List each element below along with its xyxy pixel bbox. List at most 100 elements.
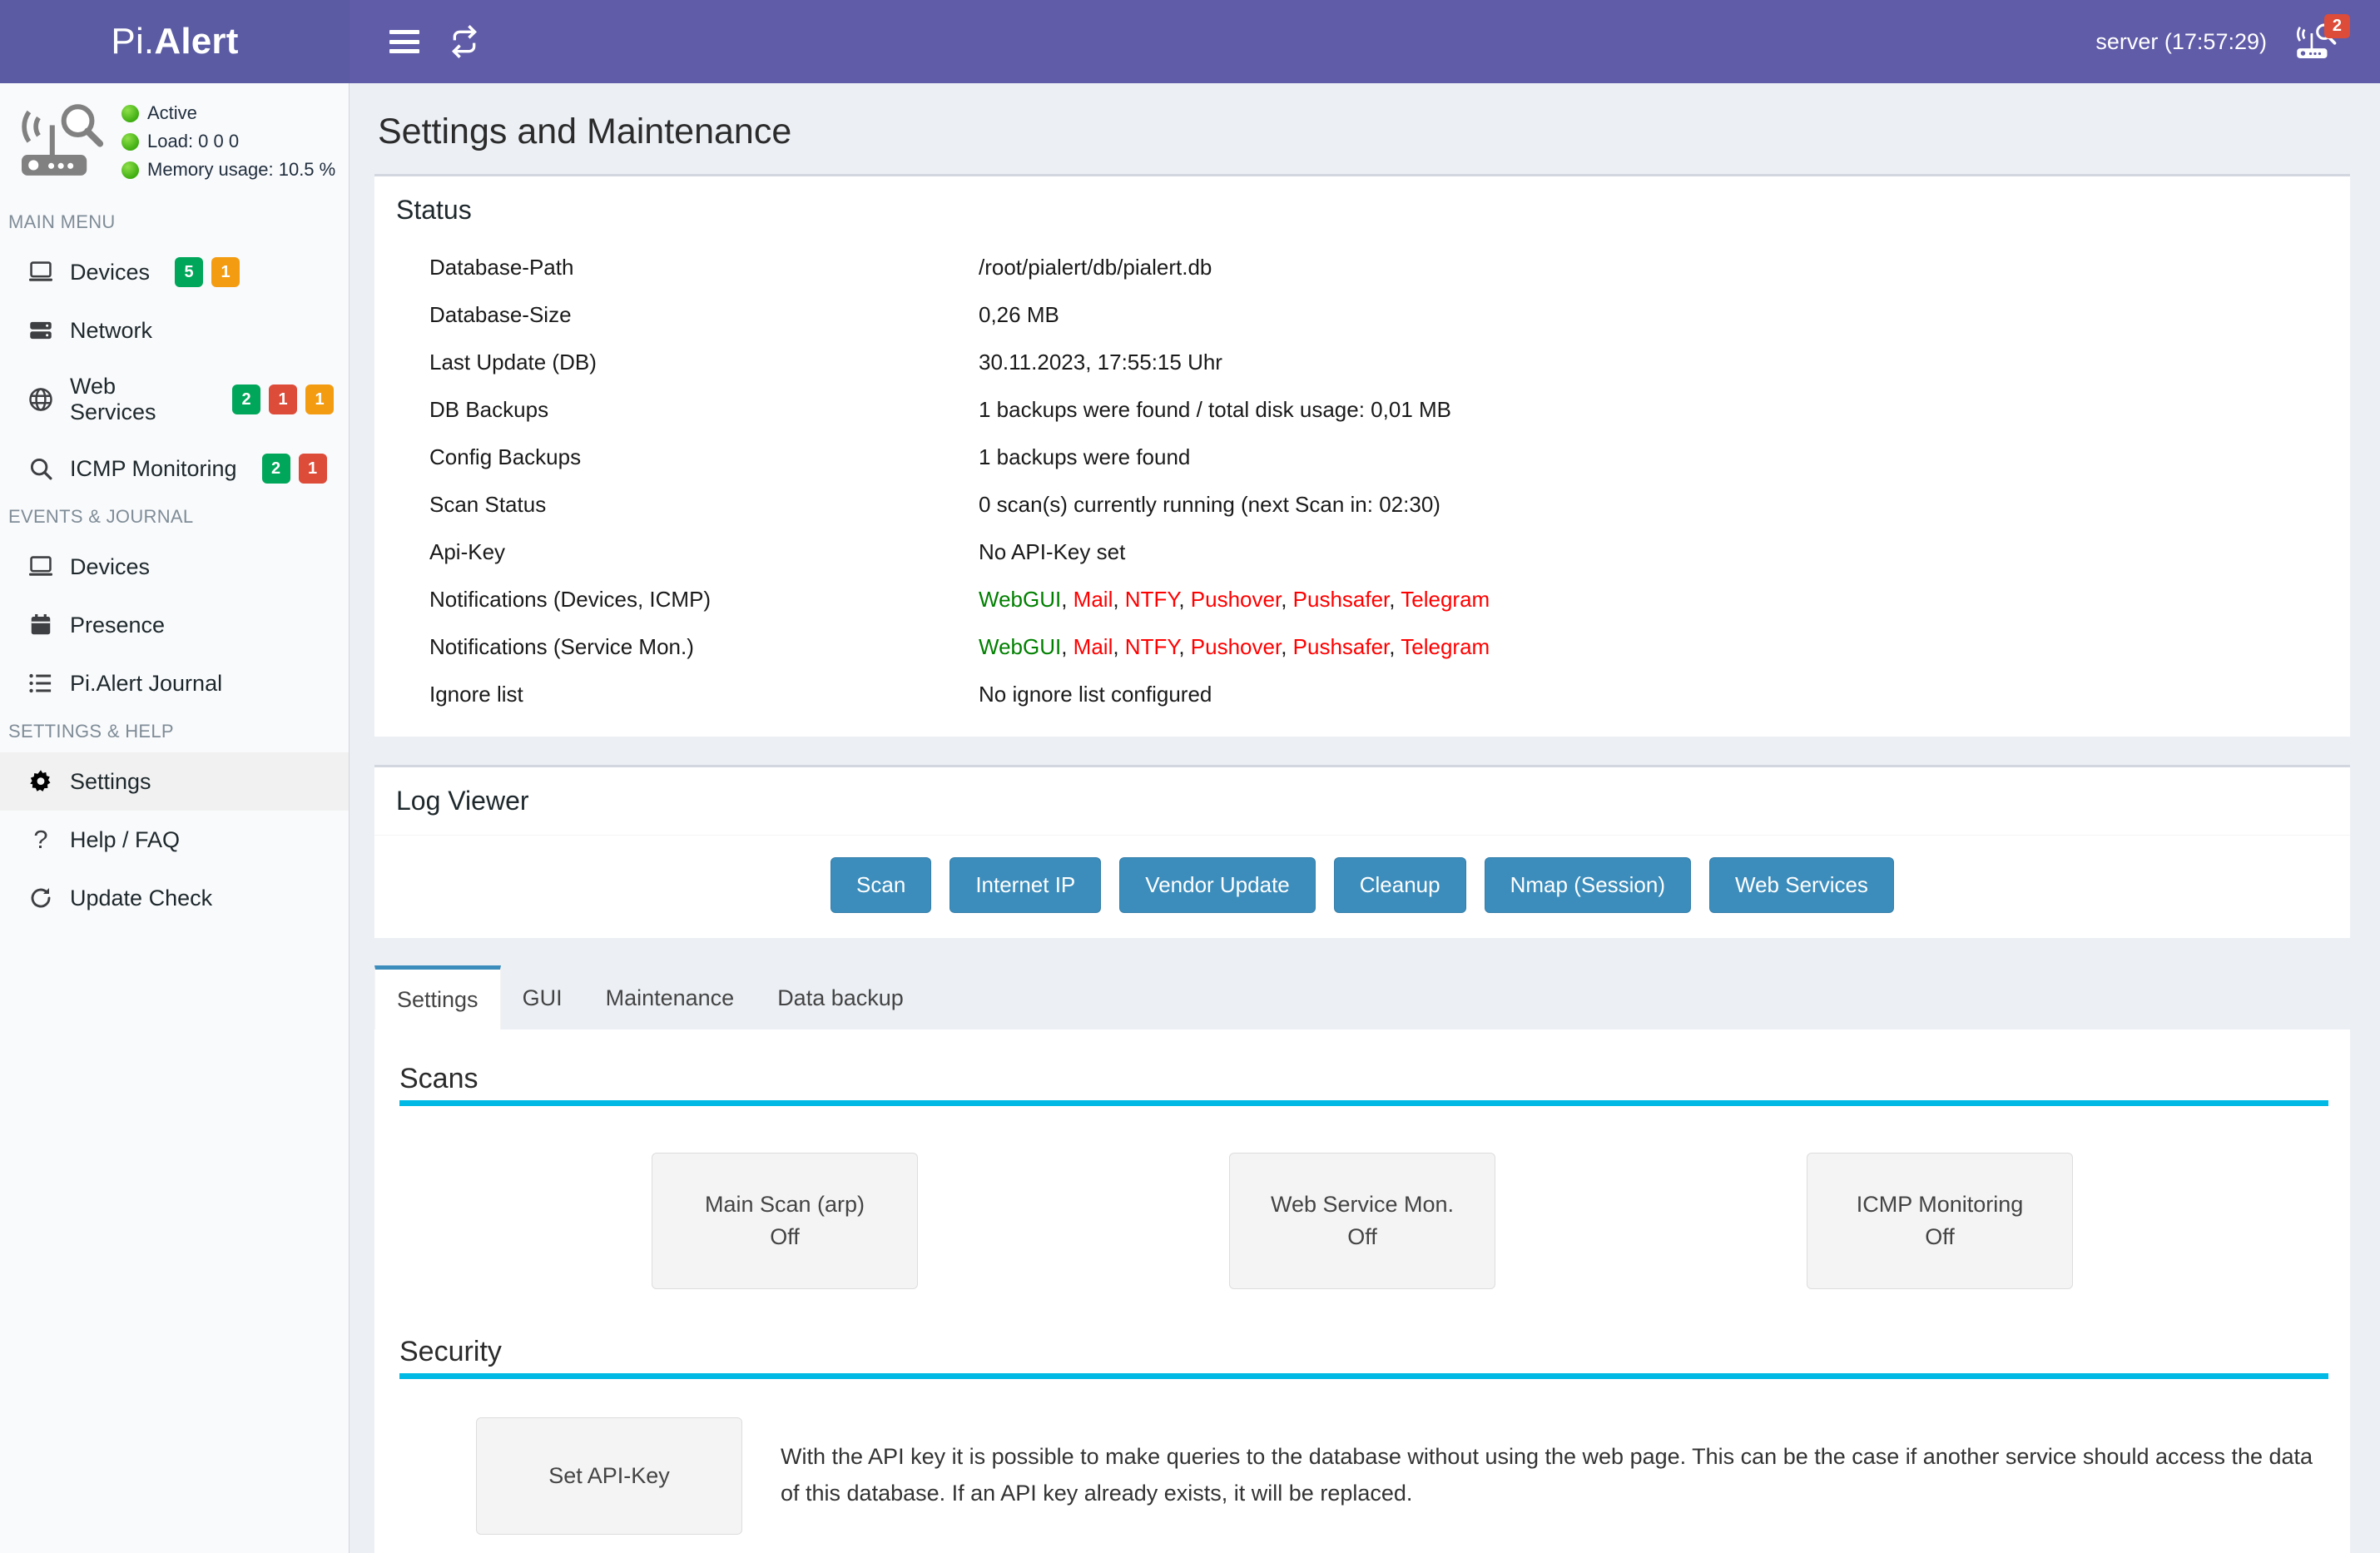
- list-icon: [27, 672, 55, 695]
- sidebar-item-label: ICMP Monitoring: [70, 455, 237, 481]
- status-value: 0,26 MB: [979, 302, 1059, 327]
- status-key: Database-Size: [429, 302, 572, 327]
- scan-card-state: Off: [1925, 1224, 1955, 1250]
- security-section-title: Security: [399, 1336, 502, 1368]
- status-value: 1 backups were found / total disk usage:…: [979, 397, 1452, 422]
- status-value: 30.11.2023, 17:55:15 Uhr: [979, 350, 1222, 375]
- status-load-line: Load: 0 0 0: [121, 131, 335, 152]
- server-clock-label: server (17:57:29): [2095, 28, 2267, 54]
- tab-data-backup[interactable]: Data backup: [756, 966, 925, 1030]
- status-box-body: Database-Path/root/pialert/db/pialert.db…: [374, 244, 2350, 737]
- table-row: Notifications (Service Mon.) WebGUI, Mai…: [396, 623, 2328, 671]
- notification-channel: Mail: [1073, 587, 1113, 612]
- sidebar-item-update-check[interactable]: Update Check: [0, 869, 349, 927]
- badge-green: 2: [261, 454, 290, 484]
- alerts-button[interactable]: 2: [2288, 14, 2350, 66]
- table-row: Last Update (DB) 30.11.2023, 17:55:15 Uhr: [396, 339, 2328, 386]
- sidebar-item-web-services[interactable]: Web Services 2 1 1: [0, 360, 349, 439]
- scan-card-name: Main Scan (arp): [704, 1192, 865, 1217]
- status-table: Database-Path/root/pialert/db/pialert.db…: [396, 244, 2328, 718]
- status-value: No ignore list configured: [979, 682, 1212, 707]
- sidebar-item-label: Help / FAQ: [70, 826, 181, 852]
- table-row: Config Backups 1 backups were found: [396, 434, 2328, 481]
- app-logo[interactable]: Pi. Alert: [0, 0, 350, 83]
- security-row: Set API-Key With the API key it is possi…: [396, 1379, 2328, 1536]
- sidebar-item-label: Network: [70, 317, 153, 343]
- status-value: /root/pialert/db/pialert.db: [979, 255, 1212, 280]
- sidebar-item-help-faq[interactable]: ? Help / FAQ: [0, 811, 349, 869]
- security-section-rule: [399, 1373, 2328, 1380]
- sidebar-item-icmp-monitoring[interactable]: ICMP Monitoring 2 1: [0, 439, 349, 498]
- scan-card-name: ICMP Monitoring: [1856, 1192, 2024, 1217]
- app-root: Pi. Alert server (17:57:29) 2 Active Loa…: [0, 0, 2380, 1553]
- status-active-label: Active: [147, 102, 197, 123]
- sidebar-item-label: Devices: [70, 553, 151, 579]
- top-navbar-right: server (17:57:29) 2: [2095, 14, 2357, 66]
- badge-orange: 1: [211, 257, 240, 287]
- status-key: Notifications (Service Mon.): [429, 634, 694, 659]
- sidebar-item-label: Presence: [70, 612, 166, 638]
- calendar-icon: [27, 613, 55, 638]
- sidebar-item-network[interactable]: Network: [0, 301, 349, 360]
- sidebar-item-label: Update Check: [70, 885, 213, 910]
- table-row: Ignore list No ignore list configured: [396, 671, 2328, 718]
- scans-section-rule: [399, 1100, 2328, 1106]
- notification-channel: NTFY: [1124, 634, 1179, 659]
- scan-card-main-scan[interactable]: Main Scan (arp) Off: [652, 1153, 918, 1290]
- sidebar-badges: 2 1 1: [232, 385, 334, 414]
- sidebar-toggle-button[interactable]: [374, 0, 434, 83]
- notification-channel: WebGUI: [979, 634, 1062, 659]
- status-dot-icon: [121, 104, 139, 122]
- sidebar: Active Load: 0 0 0 Memory usage: 10.5 % …: [0, 83, 350, 1553]
- tab-panel-settings: Scans Main Scan (arp) Off Web Service Mo…: [374, 1030, 2350, 1553]
- log-viewer-buttons: Scan Internet IP Vendor Update Cleanup N…: [374, 835, 2350, 938]
- badge-orange: 1: [305, 385, 334, 414]
- notification-channel: Pushover: [1190, 587, 1282, 612]
- status-memory-label: Memory usage: 10.5 %: [147, 159, 336, 180]
- log-button-nmap-session[interactable]: Nmap (Session): [1484, 857, 1692, 913]
- log-button-vendor-update[interactable]: Vendor Update: [1119, 857, 1316, 913]
- tab-settings[interactable]: Settings: [374, 965, 501, 1030]
- status-memory-line: Memory usage: 10.5 %: [121, 159, 335, 181]
- sidebar-badges: 5 1: [175, 257, 240, 287]
- log-button-internet-ip[interactable]: Internet IP: [950, 857, 1102, 913]
- log-button-cleanup[interactable]: Cleanup: [1333, 857, 1466, 913]
- notification-channel: Telegram: [1401, 587, 1490, 612]
- sidebar-item-presence[interactable]: Presence: [0, 596, 349, 654]
- log-button-scan[interactable]: Scan: [831, 857, 932, 913]
- notifications-devices-icmp: WebGUI, Mail, NTFY, Pushover, Pushsafer,…: [979, 587, 1490, 612]
- set-api-key-button[interactable]: Set API-Key: [476, 1417, 742, 1536]
- status-value: 1 backups were found: [979, 444, 1191, 469]
- status-key: Notifications (Devices, ICMP): [429, 587, 712, 612]
- top-navbar: server (17:57:29) 2: [350, 0, 2380, 83]
- table-row: Scan Status 0 scan(s) currently running (…: [396, 481, 2328, 528]
- hamburger-icon: [389, 30, 419, 53]
- security-description: With the API key it is possible to make …: [781, 1444, 2313, 1506]
- search-icon: [27, 456, 55, 481]
- tabs-nav: Settings GUI Maintenance Data backup: [374, 965, 2350, 1030]
- log-button-web-services[interactable]: Web Services: [1709, 857, 1894, 913]
- sidebar-item-label: Devices: [70, 259, 151, 285]
- sidebar-item-settings[interactable]: Settings: [0, 752, 349, 811]
- scan-card-name: Web Service Mon.: [1270, 1192, 1455, 1217]
- sidebar-item-label: Settings: [70, 768, 151, 794]
- scan-card-icmp-monitoring[interactable]: ICMP Monitoring Off: [1807, 1153, 2073, 1290]
- tab-gui[interactable]: GUI: [501, 966, 584, 1030]
- scan-card-state: Off: [770, 1224, 800, 1250]
- sidebar-item-journal[interactable]: Pi.Alert Journal: [0, 654, 349, 712]
- refresh-button[interactable]: [434, 0, 494, 83]
- table-row: Api-Key No API-Key set: [396, 528, 2328, 576]
- table-row: Database-Path/root/pialert/db/pialert.db: [396, 244, 2328, 291]
- scan-card-web-service-mon[interactable]: Web Service Mon. Off: [1229, 1153, 1495, 1290]
- sidebar-item-events-devices[interactable]: Devices: [0, 538, 349, 596]
- log-viewer-title: Log Viewer: [396, 786, 529, 816]
- notification-channel: WebGUI: [979, 587, 1062, 612]
- router-scan-icon: [22, 104, 104, 176]
- sidebar-item-devices[interactable]: Devices 5 1: [0, 243, 349, 301]
- status-value: 0 scan(s) currently running (next Scan i…: [979, 492, 1440, 517]
- notification-channel: NTFY: [1124, 587, 1179, 612]
- badge-green: 5: [175, 257, 204, 287]
- notification-channel: Pushsafer: [1292, 634, 1390, 659]
- tab-maintenance[interactable]: Maintenance: [584, 966, 756, 1030]
- status-box-title: Status: [396, 195, 472, 225]
